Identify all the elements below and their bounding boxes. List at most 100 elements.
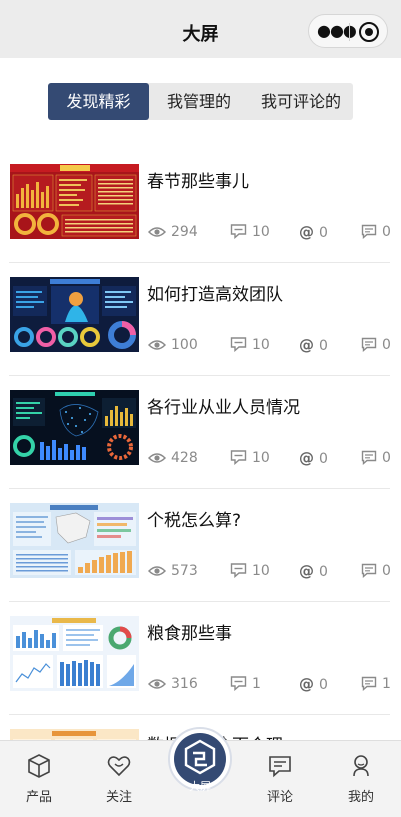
eye-icon xyxy=(147,566,167,576)
list-item[interactable]: 春节那些事儿 294 10 @0 0 xyxy=(0,150,401,263)
chat-bubble-icon xyxy=(230,450,247,466)
item-title[interactable]: 春节那些事儿 xyxy=(147,167,249,192)
views-count: 573 xyxy=(171,563,198,579)
capsule-divider xyxy=(349,23,350,41)
eye-icon xyxy=(147,227,167,237)
list-item[interactable]: 各行业从业人员情况 428 10 @0 0 xyxy=(0,376,401,489)
item-title[interactable]: 各行业从业人员情况 xyxy=(147,393,300,418)
eye-icon xyxy=(147,679,167,689)
replies-stat: 0 xyxy=(361,336,391,354)
big-screen-center-button[interactable]: 大屏 xyxy=(168,727,232,793)
comments-stat: 10 xyxy=(230,336,270,354)
replies-stat: 1 xyxy=(361,675,391,693)
message-icon xyxy=(361,563,377,579)
tab-managed[interactable]: 我管理的 xyxy=(149,83,249,120)
replies-count: 0 xyxy=(382,337,391,353)
comments-count: 10 xyxy=(252,224,270,240)
message-icon xyxy=(361,337,377,353)
mentions-stat: @0 xyxy=(299,449,328,467)
top-navigation-bar: 大屏 ●●● xyxy=(0,0,401,58)
dashboard-list: 春节那些事儿 294 10 @0 0 如何打造高效团队 100 10 @ 0 0… xyxy=(0,150,401,817)
replies-count: 1 xyxy=(382,676,391,692)
replies-count: 0 xyxy=(382,450,391,466)
tab-products[interactable]: 产品 xyxy=(9,753,69,805)
chat-bubble-icon xyxy=(230,676,247,692)
mentions-stat: @0 xyxy=(299,336,328,354)
at-icon: @ xyxy=(299,336,314,354)
chat-bubble-icon xyxy=(230,224,247,240)
person-icon xyxy=(353,755,369,777)
replies-count: 0 xyxy=(382,563,391,579)
heart-icon xyxy=(107,756,131,777)
message-icon xyxy=(361,450,377,466)
views-stat: 316 xyxy=(147,675,198,693)
at-icon: @ xyxy=(299,223,314,241)
tab-commentable[interactable]: 我可评论的 xyxy=(249,83,353,120)
tab-follow[interactable]: 关注 xyxy=(89,753,149,805)
comments-stat: 10 xyxy=(230,449,270,467)
message-icon xyxy=(361,224,377,240)
list-item[interactable]: 个税怎么算? 573 10 @0 0 xyxy=(0,489,401,602)
tab-mine-label: 我的 xyxy=(347,790,374,805)
mentions-count: 0 xyxy=(319,338,328,354)
item-stats: 573 10 @0 0 xyxy=(147,562,396,580)
thumbnail-image xyxy=(10,390,139,465)
list-item[interactable]: 如何打造高效团队 100 10 @0 0 xyxy=(0,263,401,376)
at-icon: @ xyxy=(299,562,314,580)
target-circle-icon[interactable] xyxy=(359,22,379,42)
tab-follow-label: 关注 xyxy=(105,790,132,805)
replies-stat: 0 xyxy=(361,562,391,580)
tab-comment[interactable]: 评论 xyxy=(250,753,310,805)
views-stat: 294 xyxy=(147,223,198,241)
item-stats: 428 10 @0 0 xyxy=(147,449,396,467)
thumbnail-image xyxy=(10,616,139,691)
item-title[interactable]: 粮食那些事 xyxy=(147,619,232,644)
mentions-count: 0 xyxy=(319,564,328,580)
item-stats: 100 10 @0 0 xyxy=(147,336,396,354)
comments-count: 1 xyxy=(252,676,261,692)
thumbnail-image xyxy=(10,164,139,239)
list-item[interactable]: 粮食那些事 316 1 @0 1 xyxy=(0,602,401,715)
comments-stat: 10 xyxy=(230,562,270,580)
more-dots-icon[interactable]: ●●● xyxy=(317,21,357,41)
segment-tabs: 发现精彩 我管理的 我可评论的 xyxy=(48,83,353,120)
mentions-count: 0 xyxy=(319,677,328,693)
views-stat: 100 xyxy=(147,336,198,354)
message-icon xyxy=(361,676,377,692)
thumbnail-image xyxy=(10,277,139,352)
views-count: 316 xyxy=(171,676,198,692)
chat-bubble-icon xyxy=(230,563,247,579)
views-stat: 573 xyxy=(147,562,198,580)
center-button-label: 大屏 xyxy=(189,780,211,793)
eye-icon xyxy=(147,340,167,350)
comments-stat: 10 xyxy=(230,223,270,241)
at-icon: @ xyxy=(299,675,314,693)
replies-count: 0 xyxy=(382,224,391,240)
views-stat: 428 xyxy=(147,449,198,467)
eye-icon xyxy=(147,453,167,463)
item-title[interactable]: 个税怎么算? xyxy=(147,506,241,531)
replies-stat: 0 xyxy=(361,223,391,241)
chat-bubble-icon xyxy=(230,337,247,353)
replies-stat: 0 xyxy=(361,449,391,467)
item-title[interactable]: 如何打造高效团队 xyxy=(147,280,283,305)
views-count: 100 xyxy=(171,337,198,353)
item-stats: 294 10 @0 0 xyxy=(147,223,396,241)
tab-products-label: 产品 xyxy=(25,790,52,805)
tab-comment-label: 评论 xyxy=(266,790,293,805)
comment-icon xyxy=(269,756,291,778)
at-icon: @ xyxy=(299,449,314,467)
comments-stat: 1 xyxy=(230,675,261,693)
tab-discover[interactable]: 发现精彩 xyxy=(48,83,149,120)
tab-mine[interactable]: 我的 xyxy=(331,753,391,805)
mentions-stat: @0 xyxy=(299,223,328,241)
mentions-stat: @0 xyxy=(299,675,328,693)
views-count: 294 xyxy=(171,224,198,240)
mentions-count: 0 xyxy=(319,225,328,241)
comments-count: 10 xyxy=(252,563,270,579)
mentions-stat: @0 xyxy=(299,562,328,580)
comments-count: 10 xyxy=(252,450,270,466)
comments-count: 10 xyxy=(252,337,270,353)
thumbnail-image xyxy=(10,503,139,578)
item-stats: 316 1 @0 1 xyxy=(147,675,396,693)
